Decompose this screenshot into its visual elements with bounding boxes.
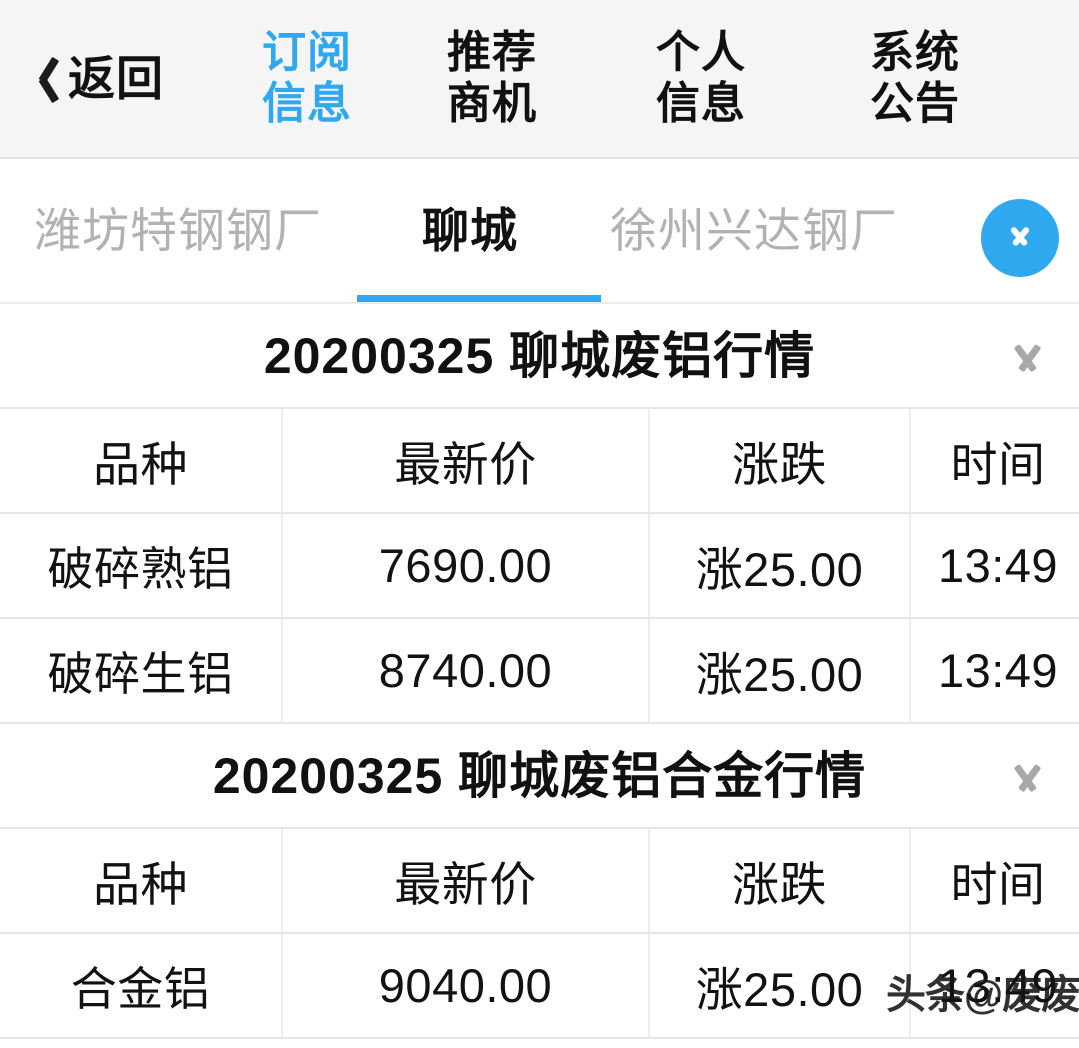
section-header-scrap-aluminum[interactable]: 20200325 聊城废铝行情 — [0, 304, 1079, 409]
column-header-variety: 品种 — [0, 409, 283, 514]
column-header-time: 时间 — [910, 409, 1079, 514]
column-header-price: 最新价 — [282, 409, 650, 514]
back-button-label: 返回 — [68, 52, 164, 105]
tab-liaocheng[interactable]: 聊城 — [422, 207, 518, 254]
city-tab-bar: 潍坊特钢钢厂 聊城 徐州兴达钢厂 — [0, 159, 1079, 304]
column-header-change: 涨跌 — [649, 409, 911, 514]
cell-change: 涨25.00 — [649, 618, 911, 724]
column-header-variety: 品种 — [0, 829, 283, 934]
cell-price: 9040.00 — [282, 933, 650, 1039]
cell-price: 7690.00 — [282, 513, 650, 619]
chevron-down-icon[interactable] — [1005, 346, 1051, 370]
nav-item-system-announcement[interactable]: 系统 公告 — [810, 28, 1020, 128]
nav-item-personal-info[interactable]: 个人 信息 — [592, 28, 810, 128]
nav-item-label-line2: 信息 — [656, 78, 746, 128]
column-header-price: 最新价 — [282, 829, 650, 934]
cell-time: 13:49 — [910, 618, 1079, 724]
column-header-time: 时间 — [910, 829, 1079, 934]
tab-xuzhou-xingda-steel[interactable]: 徐州兴达钢厂 — [610, 207, 898, 254]
nav-item-label-line1: 个人 — [656, 28, 746, 78]
column-header-change: 涨跌 — [649, 829, 911, 934]
active-tab-indicator — [357, 295, 601, 302]
chevron-down-icon[interactable] — [1005, 766, 1051, 790]
cell-variety: 破碎生铝 — [0, 618, 283, 724]
cell-change: 涨25.00 — [649, 513, 911, 619]
chevron-left-icon — [30, 55, 56, 103]
back-button[interactable]: 返回 — [0, 55, 222, 103]
nav-item-subscription-info[interactable]: 订阅 信息 — [222, 28, 392, 128]
section-header-scrap-aluminum-alloy[interactable]: 20200325 聊城废铝合金行情 — [0, 724, 1079, 829]
nav-item-label-line1: 推荐 — [447, 28, 537, 78]
nav-item-label-line2: 信息 — [262, 78, 352, 128]
nav-item-recommended-business[interactable]: 推荐 商机 — [392, 28, 592, 128]
table-row[interactable]: 破碎生铝 8740.00 涨25.00 13:49 — [0, 618, 1079, 724]
cell-time: 13:49 — [910, 933, 1079, 1039]
table-header-row: 品种 最新价 涨跌 时间 — [0, 829, 1079, 934]
chevron-down-icon — [1002, 228, 1038, 248]
nav-item-label-line1: 订阅 — [262, 28, 352, 78]
price-table-scrap-aluminum: 品种 最新价 涨跌 时间 破碎熟铝 7690.00 涨25.00 13:49 破… — [0, 409, 1079, 724]
cell-variety: 合金铝 — [0, 933, 283, 1039]
price-table-scrap-aluminum-alloy: 品种 最新价 涨跌 时间 合金铝 9040.00 涨25.00 13:49 — [0, 829, 1079, 1039]
cell-change: 涨25.00 — [649, 933, 911, 1039]
table-header-row: 品种 最新价 涨跌 时间 — [0, 409, 1079, 514]
cell-price: 8740.00 — [282, 618, 650, 724]
cell-time: 13:49 — [910, 513, 1079, 619]
nav-item-label-line2: 公告 — [870, 78, 960, 128]
expand-tabs-button[interactable] — [981, 199, 1059, 277]
tab-weifang-special-steel[interactable]: 潍坊特钢钢厂 — [34, 207, 322, 254]
nav-item-label-line1: 系统 — [870, 28, 960, 78]
cell-variety: 破碎熟铝 — [0, 513, 283, 619]
section-title: 20200325 聊城废铝合金行情 — [212, 747, 867, 804]
section-title: 20200325 聊城废铝行情 — [263, 327, 816, 384]
nav-item-label-line2: 商机 — [447, 78, 537, 128]
table-row[interactable]: 破碎熟铝 7690.00 涨25.00 13:49 — [0, 513, 1079, 619]
table-row[interactable]: 合金铝 9040.00 涨25.00 13:49 — [0, 933, 1079, 1039]
top-navigation-bar: 返回 订阅 信息 推荐 商机 个人 信息 系统 公告 — [0, 0, 1079, 159]
